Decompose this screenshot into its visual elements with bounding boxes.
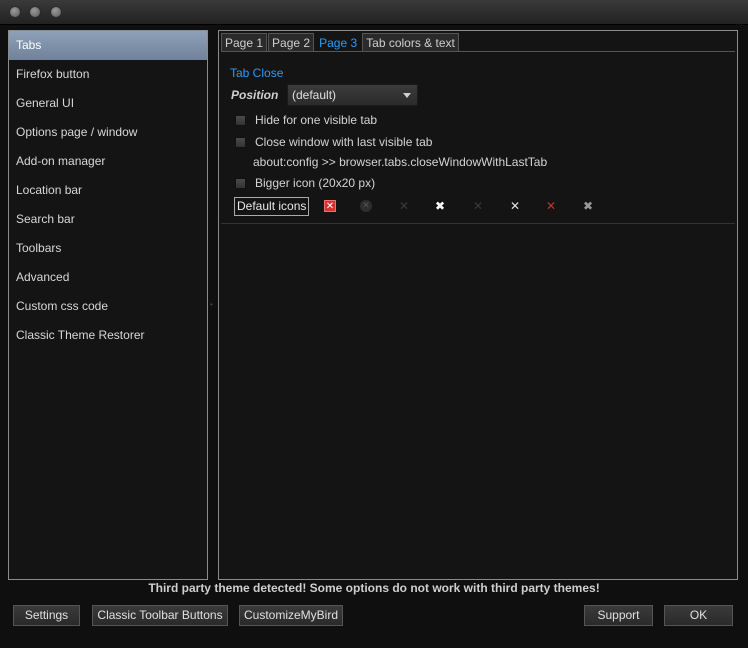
settings-button[interactable]: Settings (13, 605, 80, 626)
sidebar-item-options-page[interactable]: Options page / window (9, 118, 207, 147)
close-red-box-icon[interactable]: ✕ (324, 200, 336, 212)
support-button[interactable]: Support (584, 605, 653, 626)
position-select[interactable]: (default) (287, 84, 418, 106)
settings-panel: Page 1 Page 2 Page 3 Tab colors & text T… (218, 30, 738, 580)
chevron-down-icon (403, 93, 411, 98)
default-icons-button[interactable]: Default icons (234, 197, 309, 216)
third-party-warning: Third party theme detected! Some options… (148, 581, 600, 595)
tab-divider (221, 51, 735, 52)
hide-one-tab-row[interactable]: Hide for one visible tab (235, 112, 377, 128)
sidebar-item-advanced[interactable]: Advanced (9, 263, 207, 292)
close-dark-thin-icon[interactable]: ✕ (471, 199, 485, 213)
sidebar-item-custom-css[interactable]: Custom css code (9, 292, 207, 321)
tab-page-2[interactable]: Page 2 (268, 33, 315, 51)
tab-page-3[interactable]: Page 3 (315, 33, 362, 51)
close-white-thin-icon[interactable]: ✕ (508, 199, 522, 213)
sidebar-item-addon-manager[interactable]: Add-on manager (9, 147, 207, 176)
position-label: Position (231, 88, 279, 102)
customize-my-bird-button[interactable]: CustomizeMyBird (239, 605, 343, 626)
hide-one-tab-label: Hide for one visible tab (255, 113, 378, 127)
close-red-thin-icon[interactable]: ✕ (544, 199, 558, 213)
tab-colors-text[interactable]: Tab colors & text (362, 33, 459, 51)
close-dark-circle-icon[interactable]: ✕ (360, 200, 372, 212)
sidebar-item-location-bar[interactable]: Location bar (9, 176, 207, 205)
hide-one-tab-checkbox[interactable] (235, 114, 246, 126)
close-window-label: Close window with last visible tab (255, 135, 433, 149)
page-tabs: Page 1 Page 2 Page 3 Tab colors & text (221, 33, 460, 52)
section-title: Tab Close (230, 66, 284, 80)
ok-button[interactable]: OK (664, 605, 733, 626)
category-sidebar: Tabs Firefox button General UI Options p… (8, 30, 208, 580)
bigger-icon-row[interactable]: Bigger icon (20x20 px) (235, 175, 375, 191)
sidebar-item-classic-theme-restorer[interactable]: Classic Theme Restorer (9, 321, 207, 350)
sidebar-item-search-bar[interactable]: Search bar (9, 205, 207, 234)
sidebar-item-tabs[interactable]: Tabs (9, 31, 207, 60)
section-divider (221, 223, 735, 224)
close-white-bold-icon[interactable]: ✖ (433, 199, 447, 213)
classic-toolbar-buttons-button[interactable]: Classic Toolbar Buttons (92, 605, 228, 626)
bigger-icon-checkbox[interactable] (235, 177, 246, 189)
about-config-hint: about:config >> browser.tabs.closeWindow… (253, 155, 548, 169)
close-window-row[interactable]: Close window with last visible tab (235, 134, 432, 150)
close-dark-faint-icon[interactable]: ✕ (397, 199, 411, 213)
minimize-window-icon[interactable] (29, 6, 41, 18)
position-select-value: (default) (292, 88, 337, 102)
zoom-window-icon[interactable] (50, 6, 62, 18)
window-titlebar (0, 0, 748, 25)
sidebar-item-firefox-button[interactable]: Firefox button (9, 60, 207, 89)
splitter-grip-icon[interactable]: • (210, 300, 214, 310)
close-window-checkbox[interactable] (235, 136, 246, 148)
bigger-icon-label: Bigger icon (20x20 px) (255, 176, 376, 190)
close-gray-outline-icon[interactable]: ✖ (581, 199, 595, 213)
sidebar-item-toolbars[interactable]: Toolbars (9, 234, 207, 263)
tab-page-1[interactable]: Page 1 (221, 33, 268, 51)
sidebar-item-general-ui[interactable]: General UI (9, 89, 207, 118)
close-window-icon[interactable] (9, 6, 21, 18)
